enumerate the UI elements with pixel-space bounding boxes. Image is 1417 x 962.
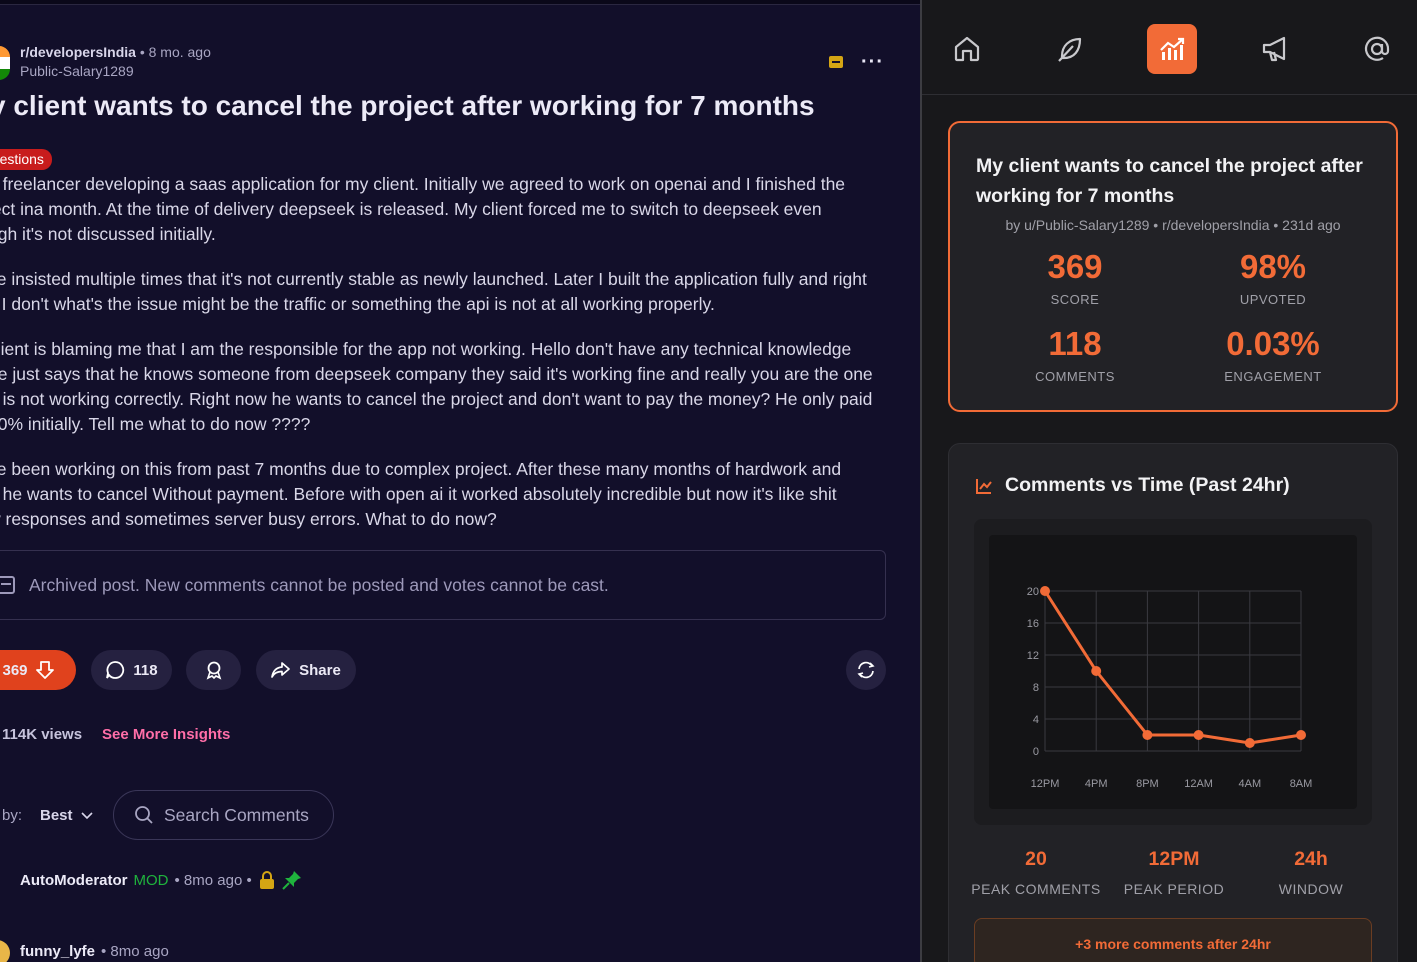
series-line: [1043, 590, 1302, 745]
comment-age: • 8mo ago: [101, 943, 169, 960]
paragraph-4: ve been working on this from past 7 mont…: [0, 459, 842, 529]
x-tick-label: 12AM: [1184, 778, 1213, 790]
lock-icon: [259, 871, 274, 889]
archived-notice: Archived post. New comments cannot be po…: [0, 550, 886, 620]
reddit-post: r/developersIndia • 8 mo. ago Public-Sal…: [0, 0, 920, 962]
stat-engagement: 0.03% ENGAGEMENT: [1224, 325, 1322, 384]
stat-score: 369 SCORE: [1047, 248, 1103, 307]
data-point: [1091, 666, 1102, 676]
peak-comments-stat: 20 PEAK COMMENTS: [971, 848, 1101, 897]
feather-icon: [1058, 37, 1082, 62]
comment-header-funny-lyfe: funny_lyfe • 8mo ago: [20, 943, 169, 960]
share-button[interactable]: Share: [256, 650, 356, 690]
stats-post-title: My client wants to cancel the project af…: [976, 155, 1363, 207]
peak-period-stat: 12PM PEAK PERIOD: [1123, 848, 1225, 897]
pin-icon: [282, 871, 301, 890]
paragraph-2: ve insisted multiple times that it's not…: [0, 269, 867, 314]
stats-byline: by u/Public-Salary1289 • r/developersInd…: [1005, 217, 1341, 233]
nav-feather-button[interactable]: [1045, 24, 1095, 74]
data-point: [1244, 738, 1255, 748]
comment-author[interactable]: funny_lyfe: [20, 943, 95, 960]
search-comments-input[interactable]: Search Comments: [113, 790, 334, 840]
data-point: [1040, 586, 1050, 596]
crosspost-button[interactable]: [846, 650, 886, 690]
post-flair[interactable]: ggestions: [0, 149, 52, 170]
comment-age: • 8mo ago •: [174, 871, 252, 889]
post-action-bar: 369 118 Share: [0, 650, 886, 690]
x-tick-label: 12PM: [1031, 778, 1060, 790]
view-count: 114K views: [2, 726, 83, 743]
search-icon: [135, 806, 153, 824]
chevron-down-icon: [80, 811, 93, 819]
comment-icon: [106, 661, 125, 679]
panel-nav: [922, 0, 1417, 95]
y-tick-label: 4: [1033, 714, 1039, 726]
vote-button[interactable]: 369: [0, 650, 76, 690]
mod-badge: MOD: [133, 871, 169, 889]
x-tick-label: 4AM: [1238, 778, 1261, 790]
nav-mention-button[interactable]: [1352, 24, 1402, 74]
sort-label: by:: [2, 807, 23, 824]
comments-button[interactable]: 118: [91, 650, 172, 690]
y-tick-label: 20: [1027, 586, 1039, 598]
nav-megaphone-button[interactable]: [1250, 24, 1300, 74]
y-tick-label: 8: [1033, 682, 1039, 694]
analytics-icon: [1160, 37, 1185, 60]
y-tick-label: 0: [1033, 746, 1039, 758]
x-tick-label: 4PM: [1085, 778, 1108, 790]
post-title: y client wants to cancel the project aft…: [0, 90, 815, 121]
archive-icon: [829, 56, 844, 68]
paragraph-1: n freelancer developing a saas applicati…: [0, 174, 846, 244]
comment-author[interactable]: AutoModerator: [20, 872, 128, 889]
stat-upvoted: 98% UPVOTED: [1239, 248, 1307, 307]
x-tick-label: 8AM: [1290, 778, 1313, 790]
post-body: n freelancer developing a saas applicati…: [0, 172, 888, 552]
line-chart-icon: [976, 478, 992, 494]
window-stat: 24h WINDOW: [1278, 848, 1344, 897]
sort-dropdown[interactable]: Best: [40, 807, 93, 824]
share-icon: [271, 662, 290, 678]
post-meta: r/developersIndia • 8 mo. ago Public-Sal…: [0, 44, 211, 80]
nav-analytics-button[interactable]: [1147, 24, 1197, 74]
x-tick-label: 8PM: [1136, 778, 1159, 790]
home-icon: [954, 36, 980, 62]
data-point: [1193, 730, 1204, 740]
data-point: [1296, 730, 1306, 740]
downvote-icon[interactable]: [35, 660, 54, 680]
nav-home-button[interactable]: [942, 24, 992, 74]
comment-header-automoderator: AutoModerator MOD • 8mo ago •: [20, 870, 302, 890]
post-age: • 8 mo. ago: [139, 44, 211, 60]
data-point: [1142, 730, 1153, 740]
post-author[interactable]: Public-Salary1289: [20, 63, 211, 79]
subreddit-link[interactable]: r/developersIndia: [20, 44, 136, 60]
more-options-icon[interactable]: ···: [861, 52, 884, 72]
commenter-avatar[interactable]: [0, 940, 10, 962]
y-tick-label: 16: [1027, 618, 1039, 630]
stat-comments: 118 COMMENTS: [1035, 325, 1115, 384]
megaphone-icon: [1262, 36, 1286, 62]
y-tick-label: 12: [1027, 650, 1039, 662]
post-stats-card: My client wants to cancel the project af…: [948, 121, 1398, 412]
archive-box-icon: [0, 576, 15, 594]
top-border: [0, 0, 920, 5]
comments-time-card: Comments vs Time (Past 24hr) 0 4 8 12 16 20 12…: [948, 443, 1398, 962]
at-icon: [1364, 36, 1390, 61]
chart-header: Comments vs Time (Past 24hr): [975, 474, 1290, 497]
comments-line-chart: 0 4 8 12 16 20 12PM 4PM 8PM 12AM 4AM 8AM: [1027, 586, 1313, 790]
crosspost-icon: [857, 661, 875, 679]
award-button[interactable]: [186, 650, 241, 690]
see-more-insights-link[interactable]: See More Insights: [102, 726, 230, 743]
insights-panel: My client wants to cancel the project af…: [920, 0, 1417, 962]
chart-frame: 0 4 8 12 16 20 12PM 4PM 8PM 12AM 4AM 8AM: [974, 519, 1372, 825]
award-icon: [206, 661, 221, 680]
paragraph-3: client is blaming me that I am the respo…: [0, 339, 873, 434]
more-comments-banner[interactable]: +3 more comments after 24hr: [974, 918, 1372, 962]
subreddit-avatar[interactable]: [0, 46, 10, 80]
chart-area: 0 4 8 12 16 20 12PM 4PM 8PM 12AM 4AM 8AM: [989, 535, 1357, 809]
